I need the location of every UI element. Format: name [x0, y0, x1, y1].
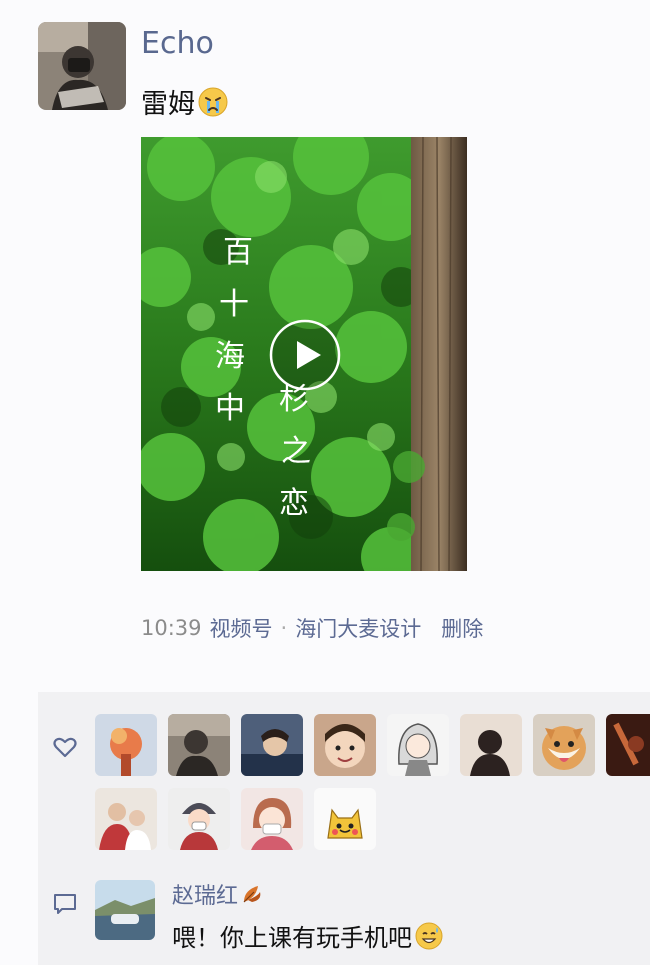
commenter-name-text: 赵瑞红 — [172, 884, 239, 909]
like-avatar[interactable] — [241, 714, 303, 776]
sweat-smile-icon — [414, 921, 444, 951]
like-avatar[interactable] — [168, 788, 230, 850]
like-avatar[interactable] — [241, 788, 303, 850]
like-avatar[interactable] — [606, 714, 650, 776]
like-avatar[interactable] — [533, 714, 595, 776]
autumn-leaf-icon — [240, 882, 264, 906]
interaction-panel: 赵瑞红 喂！你上课有玩手机吧 — [38, 692, 650, 965]
video-title-right: 杉之恋 — [279, 382, 311, 521]
video-title-left: 百十海中 — [215, 235, 253, 426]
like-avatar[interactable] — [314, 788, 376, 850]
like-avatar[interactable] — [314, 714, 376, 776]
post-caption: 雷姆 — [141, 82, 229, 121]
video-thumbnail[interactable]: 百十海中 杉之恋 — [141, 137, 467, 571]
like-avatar[interactable] — [168, 714, 230, 776]
commenter-name[interactable]: 赵瑞红 — [172, 878, 264, 910]
like-avatar[interactable] — [387, 714, 449, 776]
comment-text: 喂！你上课有玩手机吧 — [172, 918, 444, 953]
channel-name[interactable]: 海门大麦设计 — [295, 613, 421, 643]
like-avatar[interactable] — [95, 714, 157, 776]
meta-separator: · — [280, 616, 288, 640]
comment-icon — [52, 892, 78, 916]
author-avatar[interactable] — [38, 22, 126, 110]
author-name[interactable]: Echo — [141, 26, 214, 61]
heart-icon — [52, 734, 78, 760]
like-avatar[interactable] — [460, 714, 522, 776]
caption-text: 雷姆 — [141, 89, 195, 120]
post-meta: 10:39 视频号 · 海门大麦设计 删除 — [141, 613, 483, 643]
post-time: 10:39 — [141, 616, 202, 640]
commenter-avatar[interactable] — [95, 880, 155, 940]
moments-post: Echo 雷姆 百十海中 杉之恋 10:39 视频号 · 海门大麦设计 删除 赵… — [0, 0, 650, 965]
channel-label[interactable]: 视频号 — [210, 613, 273, 643]
delete-button[interactable]: 删除 — [441, 613, 483, 643]
crying-face-icon — [197, 86, 229, 118]
comment-body: 喂！你上课有玩手机吧 — [172, 924, 412, 952]
like-avatar[interactable] — [95, 788, 157, 850]
